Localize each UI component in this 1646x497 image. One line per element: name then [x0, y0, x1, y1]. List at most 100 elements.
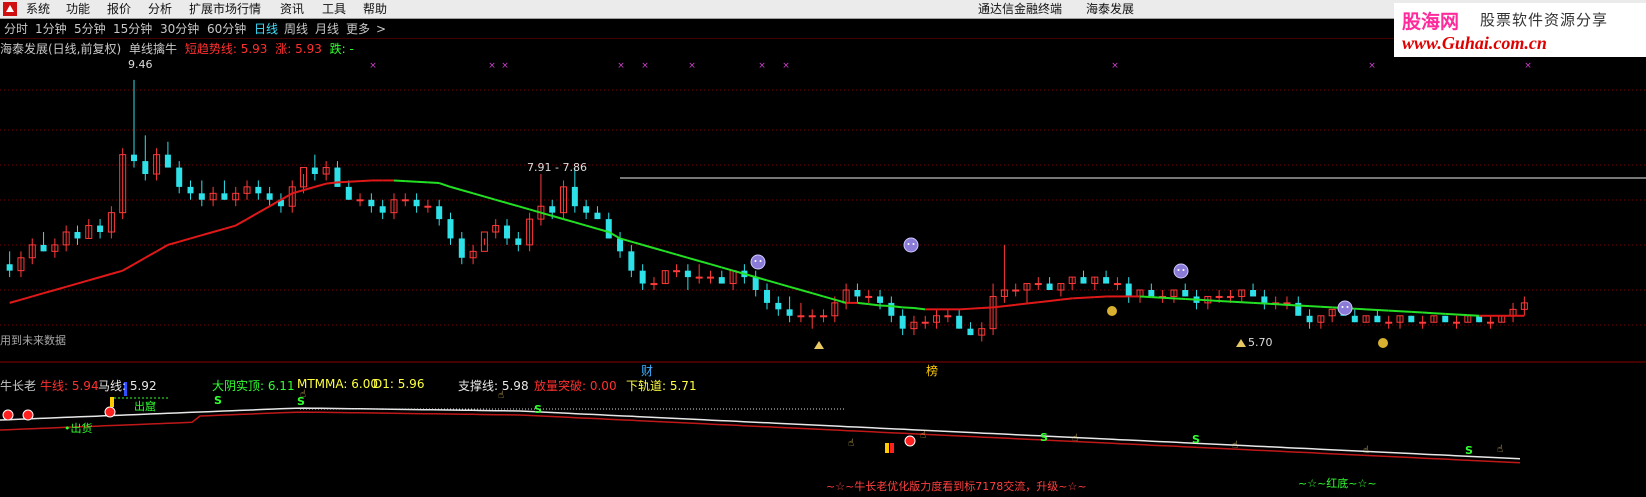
ma-segment-1 [9, 298, 22, 304]
ma-segment-51 [574, 221, 587, 227]
ma-segment-22 [246, 211, 259, 220]
ma-segment-49 [551, 214, 564, 221]
future-data-note: 用到未来数据 [0, 334, 66, 347]
candle-body-95 [1080, 277, 1087, 284]
candle-body-44 [504, 225, 511, 239]
menu-help[interactable]: 帮助 [363, 2, 387, 17]
candle-body-45 [515, 238, 522, 245]
ma-segment-10 [111, 269, 123, 275]
tab-daily[interactable]: 日线 [254, 22, 278, 36]
candle-body-53 [605, 219, 612, 239]
ma-segment-63 [710, 263, 723, 269]
candle-body-71 [808, 315, 816, 318]
menu-analysis[interactable]: 分析 [148, 2, 172, 17]
tab-1min[interactable]: 1分钟 [35, 22, 67, 36]
ma-segment-61 [687, 256, 700, 262]
ma-segment-105 [1185, 298, 1197, 301]
candle-body-131 [1486, 321, 1494, 324]
candle-body-48 [549, 206, 556, 213]
hand-marker-5: ☝ [1232, 440, 1238, 451]
ma-segment-50 [563, 218, 576, 224]
candle-body-16 [187, 186, 194, 194]
ma-segment-64 [721, 266, 734, 272]
x-marker-10: × [1524, 61, 1532, 71]
ma-segment-26 [291, 189, 304, 195]
menu-extended-market[interactable]: 扩展市场行情 [189, 2, 261, 17]
legend-stock: 海泰发展(日线,前复权) [0, 42, 122, 56]
menu-function[interactable]: 功能 [66, 2, 90, 17]
ma-segment-122 [1377, 308, 1389, 312]
money-bag-icon [1378, 338, 1388, 348]
sub-legend-name: 牛长老 [0, 379, 37, 393]
ma-segment-52 [585, 224, 598, 230]
legend-trend: 短趋势线: 5.93 [184, 42, 268, 56]
tab-more[interactable]: 更多 [346, 22, 370, 36]
ma-segment-90 [1015, 302, 1028, 306]
tab-60min[interactable]: 60分钟 [207, 22, 246, 36]
face-eye-l-1 [907, 243, 910, 245]
ma-segment-46 [518, 205, 530, 211]
ma-segment-59 [664, 250, 677, 256]
tab-weekly[interactable]: 周线 [284, 22, 308, 36]
ma-segment-101 [1139, 295, 1152, 299]
sub-legend-fangliang: 放量突破: 0.00 [534, 379, 617, 393]
chart-grid [0, 38, 1646, 363]
tab-15min[interactable]: 15分钟 [113, 22, 152, 36]
candle-body-32 [368, 199, 375, 207]
candle-body-30 [345, 186, 352, 200]
candle-body-22 [255, 186, 262, 194]
candle-body-0 [6, 264, 13, 271]
candle-body-89 [1012, 289, 1020, 292]
ma-segment-20 [224, 224, 237, 230]
ma-segment-62 [698, 260, 711, 266]
candle-body-67 [764, 290, 770, 303]
red-logo-icon[interactable] [3, 2, 17, 16]
tab-5min[interactable]: 5分钟 [74, 22, 106, 36]
tab-monthly[interactable]: 月线 [315, 22, 339, 36]
ma-segment-113 [1275, 303, 1288, 306]
hand-marker-3: ☝ [920, 430, 926, 441]
candle-body-40 [458, 238, 465, 258]
ma-segment-91 [1026, 301, 1039, 305]
candle-body-14 [164, 154, 171, 168]
candle-body-8 [97, 225, 104, 232]
sub-legend-ma: 马线: 5.92 [98, 379, 157, 393]
bag-circle-0 [1107, 306, 1117, 316]
candle-body-107 [1215, 295, 1223, 298]
purple-face-icon [903, 237, 919, 253]
ma-segment-35 [393, 179, 406, 183]
ma-segment-16 [178, 237, 191, 243]
menu-tools[interactable]: 工具 [322, 2, 346, 17]
candle-body-81 [921, 321, 929, 324]
candle-body-54 [617, 238, 624, 252]
menu-quote[interactable]: 报价 [107, 2, 131, 17]
ma-segment-80 [902, 306, 915, 310]
candle-body-124 [1408, 315, 1415, 323]
tab-next-arrow[interactable]: > [376, 22, 386, 36]
candle-body-68 [775, 302, 782, 310]
chart-markers: × × × × × × × × × × × [369, 61, 1532, 349]
bag-circle-1 [1378, 338, 1388, 348]
candle-body-52 [594, 212, 601, 220]
red-dot-marker-1 [22, 409, 34, 421]
tab-30min[interactable]: 30分钟 [160, 22, 199, 36]
sub-legend-dayang: 大阴实顶: 6.11 [212, 379, 295, 393]
candle-body-70 [797, 315, 805, 318]
ma-segment-95 [1072, 296, 1084, 300]
menu-system[interactable]: 系统 [26, 2, 50, 17]
kline-chart[interactable]: × × × × × × × × × × × S SSS SS☝☝☝☝ ☝☝ ☝ ☝ [0, 38, 1646, 497]
sub-legend-niu: 牛线: 5.94 [40, 379, 99, 393]
s-marker-2: S [534, 403, 542, 416]
ma-segment-96 [1083, 296, 1095, 299]
hourglass-icon [814, 341, 824, 349]
ma-segment-77 [868, 303, 881, 307]
tab-intraday[interactable]: 分时 [4, 22, 28, 36]
s-marker-0: S [214, 394, 222, 407]
menu-news[interactable]: 资讯 [280, 2, 304, 17]
candle-body-15 [176, 167, 183, 187]
ma-segment-31 [348, 180, 361, 183]
ma-segment-111 [1253, 301, 1265, 305]
candle-body-115 [1306, 315, 1313, 323]
ma-segment-102 [1151, 296, 1163, 299]
candle-body-76 [865, 295, 873, 298]
